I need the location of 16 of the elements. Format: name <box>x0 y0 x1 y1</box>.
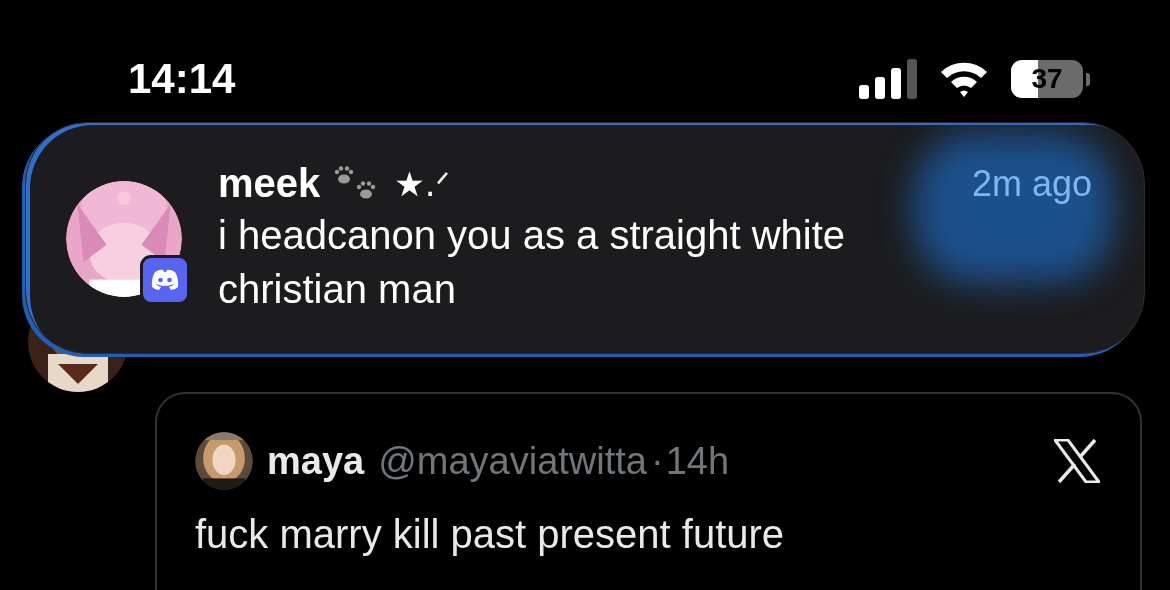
signal-icon <box>859 59 917 99</box>
chat-app-icon <box>140 255 190 305</box>
separator-dot: · <box>650 439 664 483</box>
post-text: fuck marry kill past present future <box>195 512 786 557</box>
author-handle: @mayaviatwitta <box>378 439 647 483</box>
notification-time: 2m ago <box>971 163 1092 205</box>
post-time: 14h <box>665 439 730 483</box>
author-name: maya <box>267 439 365 483</box>
wifi-icon <box>939 60 989 98</box>
x-logo-icon <box>1054 439 1100 483</box>
notification-message: i headcanon you as a straight white christian man <box>218 212 847 313</box>
embedded-post[interactable]: maya @mayaviatwitta·14h fuck marry kill past present future <box>155 392 1142 590</box>
notification-card[interactable]: meek ★.ᐟ 2m ago i headcanon you as a straight white christian man <box>25 122 1145 354</box>
sender-name: meek <box>218 161 321 206</box>
name-decoration: ★.ᐟ <box>394 163 450 204</box>
clock-time: 14:14 <box>128 55 236 103</box>
